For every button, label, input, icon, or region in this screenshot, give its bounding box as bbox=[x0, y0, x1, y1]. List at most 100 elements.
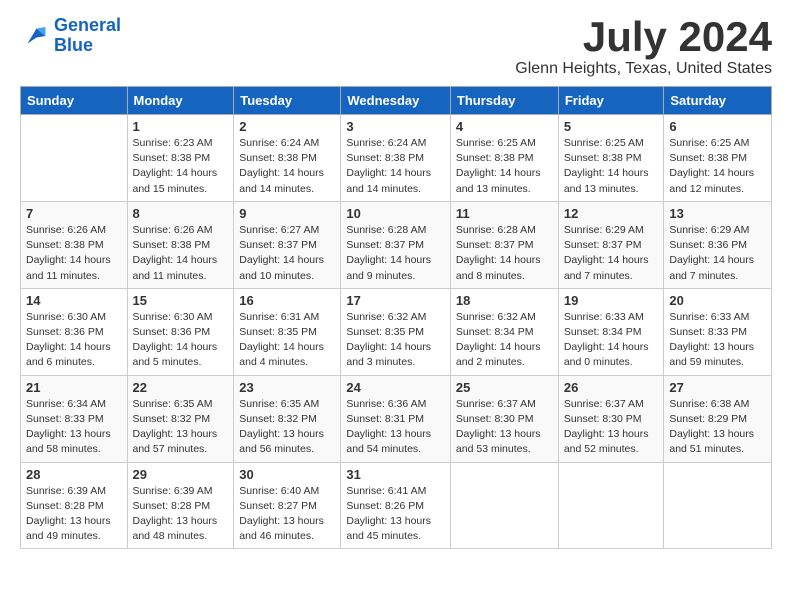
day-number: 5 bbox=[564, 119, 659, 134]
day-number: 16 bbox=[239, 293, 335, 308]
logo: General Blue bbox=[20, 16, 121, 56]
day-number: 7 bbox=[26, 206, 122, 221]
logo-icon bbox=[20, 21, 50, 51]
calendar-week-row: 28 Sunrise: 6:39 AM Sunset: 8:28 PM Dayli… bbox=[21, 462, 772, 549]
calendar-day-cell: 25Sunrise: 6:37 AM Sunset: 8:30 PM Dayli… bbox=[450, 375, 558, 462]
calendar-day-cell: 13 Sunrise: 6:29 AM Sunset: 8:36 PM Dayli… bbox=[664, 201, 772, 288]
day-detail: Sunrise: 6:29 AM Sunset: 8:37 PM Dayligh… bbox=[564, 223, 659, 284]
day-number: 6 bbox=[669, 119, 766, 134]
day-detail: Sunrise: 6:24 AM Sunset: 8:38 PM Dayligh… bbox=[346, 136, 445, 197]
day-detail: Sunrise: 6:34 AM Sunset: 8:33 PM Dayligh… bbox=[26, 397, 122, 458]
day-number: 13 bbox=[669, 206, 766, 221]
day-detail: Sunrise: 6:28 AM Sunset: 8:37 PM Dayligh… bbox=[346, 223, 445, 284]
calendar-day-cell: 2 Sunrise: 6:24 AM Sunset: 8:38 PM Daylig… bbox=[234, 115, 341, 202]
day-number: 19 bbox=[564, 293, 659, 308]
day-detail: Sunrise: 6:31 AM Sunset: 8:35 PM Dayligh… bbox=[239, 310, 335, 371]
day-detail: Sunrise: 6:30 AM Sunset: 8:36 PM Dayligh… bbox=[26, 310, 122, 371]
day-number: 14 bbox=[26, 293, 122, 308]
calendar-day-cell bbox=[664, 462, 772, 549]
calendar-day-cell: 4 Sunrise: 6:25 AM Sunset: 8:38 PM Daylig… bbox=[450, 115, 558, 202]
day-number: 8 bbox=[133, 206, 229, 221]
calendar-day-cell: 24 Sunrise: 6:36 AM Sunset: 8:31 PM Dayli… bbox=[341, 375, 451, 462]
day-number: 9 bbox=[239, 206, 335, 221]
weekday-header: Monday bbox=[127, 87, 234, 115]
day-detail: Sunrise: 6:39 AM Sunset: 8:28 PM Dayligh… bbox=[133, 484, 229, 545]
weekday-header: Sunday bbox=[21, 87, 128, 115]
day-number: 4 bbox=[456, 119, 553, 134]
calendar-day-cell bbox=[450, 462, 558, 549]
title-block: July 2024 Glenn Heights, Texas, United S… bbox=[515, 16, 772, 78]
calendar-day-cell: 31Sunrise: 6:41 AM Sunset: 8:26 PM Dayli… bbox=[341, 462, 451, 549]
calendar-day-cell: 26Sunrise: 6:37 AM Sunset: 8:30 PM Dayli… bbox=[558, 375, 664, 462]
calendar-day-cell: 28 Sunrise: 6:39 AM Sunset: 8:28 PM Dayli… bbox=[21, 462, 128, 549]
day-detail: Sunrise: 6:23 AM Sunset: 8:38 PM Dayligh… bbox=[133, 136, 229, 197]
day-number: 30 bbox=[239, 467, 335, 482]
day-detail: Sunrise: 6:28 AM Sunset: 8:37 PM Dayligh… bbox=[456, 223, 553, 284]
calendar-day-cell: 15Sunrise: 6:30 AM Sunset: 8:36 PM Dayli… bbox=[127, 288, 234, 375]
day-number: 1 bbox=[133, 119, 229, 134]
day-detail: Sunrise: 6:37 AM Sunset: 8:30 PM Dayligh… bbox=[456, 397, 553, 458]
calendar-day-cell: 16 Sunrise: 6:31 AM Sunset: 8:35 PM Dayli… bbox=[234, 288, 341, 375]
calendar-day-cell: 30 Sunrise: 6:40 AM Sunset: 8:27 PM Dayli… bbox=[234, 462, 341, 549]
calendar-day-cell: 8 Sunrise: 6:26 AM Sunset: 8:38 PM Daylig… bbox=[127, 201, 234, 288]
calendar-header-row: SundayMondayTuesdayWednesdayThursdayFrid… bbox=[21, 87, 772, 115]
weekday-header: Wednesday bbox=[341, 87, 451, 115]
calendar-day-cell: 29 Sunrise: 6:39 AM Sunset: 8:28 PM Dayli… bbox=[127, 462, 234, 549]
day-detail: Sunrise: 6:32 AM Sunset: 8:34 PM Dayligh… bbox=[456, 310, 553, 371]
day-number: 18 bbox=[456, 293, 553, 308]
day-number: 29 bbox=[133, 467, 229, 482]
weekday-header: Saturday bbox=[664, 87, 772, 115]
calendar-day-cell: 20Sunrise: 6:33 AM Sunset: 8:33 PM Dayli… bbox=[664, 288, 772, 375]
calendar-day-cell: 10 Sunrise: 6:28 AM Sunset: 8:37 PM Dayli… bbox=[341, 201, 451, 288]
calendar-day-cell: 3 Sunrise: 6:24 AM Sunset: 8:38 PM Daylig… bbox=[341, 115, 451, 202]
day-detail: Sunrise: 6:30 AM Sunset: 8:36 PM Dayligh… bbox=[133, 310, 229, 371]
day-number: 3 bbox=[346, 119, 445, 134]
calendar-day-cell: 7 Sunrise: 6:26 AM Sunset: 8:38 PM Daylig… bbox=[21, 201, 128, 288]
day-number: 26 bbox=[564, 380, 659, 395]
day-number: 21 bbox=[26, 380, 122, 395]
calendar-day-cell: 18 Sunrise: 6:32 AM Sunset: 8:34 PM Dayli… bbox=[450, 288, 558, 375]
day-detail: Sunrise: 6:38 AM Sunset: 8:29 PM Dayligh… bbox=[669, 397, 766, 458]
day-number: 12 bbox=[564, 206, 659, 221]
day-number: 24 bbox=[346, 380, 445, 395]
calendar-day-cell: 14 Sunrise: 6:30 AM Sunset: 8:36 PM Dayli… bbox=[21, 288, 128, 375]
day-detail: Sunrise: 6:39 AM Sunset: 8:28 PM Dayligh… bbox=[26, 484, 122, 545]
day-detail: Sunrise: 6:32 AM Sunset: 8:35 PM Dayligh… bbox=[346, 310, 445, 371]
day-detail: Sunrise: 6:40 AM Sunset: 8:27 PM Dayligh… bbox=[239, 484, 335, 545]
month-title: July 2024 bbox=[515, 16, 772, 58]
calendar-day-cell: 17 Sunrise: 6:32 AM Sunset: 8:35 PM Dayli… bbox=[341, 288, 451, 375]
day-detail: Sunrise: 6:33 AM Sunset: 8:34 PM Dayligh… bbox=[564, 310, 659, 371]
calendar-day-cell: 27Sunrise: 6:38 AM Sunset: 8:29 PM Dayli… bbox=[664, 375, 772, 462]
day-number: 2 bbox=[239, 119, 335, 134]
day-number: 17 bbox=[346, 293, 445, 308]
day-number: 28 bbox=[26, 467, 122, 482]
day-detail: Sunrise: 6:25 AM Sunset: 8:38 PM Dayligh… bbox=[669, 136, 766, 197]
calendar-day-cell: 1 Sunrise: 6:23 AM Sunset: 8:38 PM Daylig… bbox=[127, 115, 234, 202]
calendar-week-row: 7 Sunrise: 6:26 AM Sunset: 8:38 PM Daylig… bbox=[21, 201, 772, 288]
day-detail: Sunrise: 6:36 AM Sunset: 8:31 PM Dayligh… bbox=[346, 397, 445, 458]
day-number: 10 bbox=[346, 206, 445, 221]
calendar-day-cell: 21 Sunrise: 6:34 AM Sunset: 8:33 PM Dayli… bbox=[21, 375, 128, 462]
weekday-header: Tuesday bbox=[234, 87, 341, 115]
weekday-header: Thursday bbox=[450, 87, 558, 115]
day-detail: Sunrise: 6:27 AM Sunset: 8:37 PM Dayligh… bbox=[239, 223, 335, 284]
calendar-day-cell: 6 Sunrise: 6:25 AM Sunset: 8:38 PM Daylig… bbox=[664, 115, 772, 202]
day-number: 31 bbox=[346, 467, 445, 482]
day-detail: Sunrise: 6:29 AM Sunset: 8:36 PM Dayligh… bbox=[669, 223, 766, 284]
day-detail: Sunrise: 6:26 AM Sunset: 8:38 PM Dayligh… bbox=[133, 223, 229, 284]
page-header: General Blue July 2024 Glenn Heights, Te… bbox=[20, 16, 772, 78]
calendar-week-row: 1 Sunrise: 6:23 AM Sunset: 8:38 PM Daylig… bbox=[21, 115, 772, 202]
calendar-day-cell: 12 Sunrise: 6:29 AM Sunset: 8:37 PM Dayli… bbox=[558, 201, 664, 288]
day-detail: Sunrise: 6:26 AM Sunset: 8:38 PM Dayligh… bbox=[26, 223, 122, 284]
day-detail: Sunrise: 6:24 AM Sunset: 8:38 PM Dayligh… bbox=[239, 136, 335, 197]
calendar-table: SundayMondayTuesdayWednesdayThursdayFrid… bbox=[20, 86, 772, 549]
day-number: 22 bbox=[133, 380, 229, 395]
calendar-body: 1 Sunrise: 6:23 AM Sunset: 8:38 PM Daylig… bbox=[21, 115, 772, 549]
day-detail: Sunrise: 6:25 AM Sunset: 8:38 PM Dayligh… bbox=[456, 136, 553, 197]
calendar-day-cell: 9 Sunrise: 6:27 AM Sunset: 8:37 PM Daylig… bbox=[234, 201, 341, 288]
day-detail: Sunrise: 6:25 AM Sunset: 8:38 PM Dayligh… bbox=[564, 136, 659, 197]
day-detail: Sunrise: 6:35 AM Sunset: 8:32 PM Dayligh… bbox=[133, 397, 229, 458]
day-detail: Sunrise: 6:33 AM Sunset: 8:33 PM Dayligh… bbox=[669, 310, 766, 371]
calendar-day-cell: 19 Sunrise: 6:33 AM Sunset: 8:34 PM Dayli… bbox=[558, 288, 664, 375]
calendar-day-cell bbox=[21, 115, 128, 202]
